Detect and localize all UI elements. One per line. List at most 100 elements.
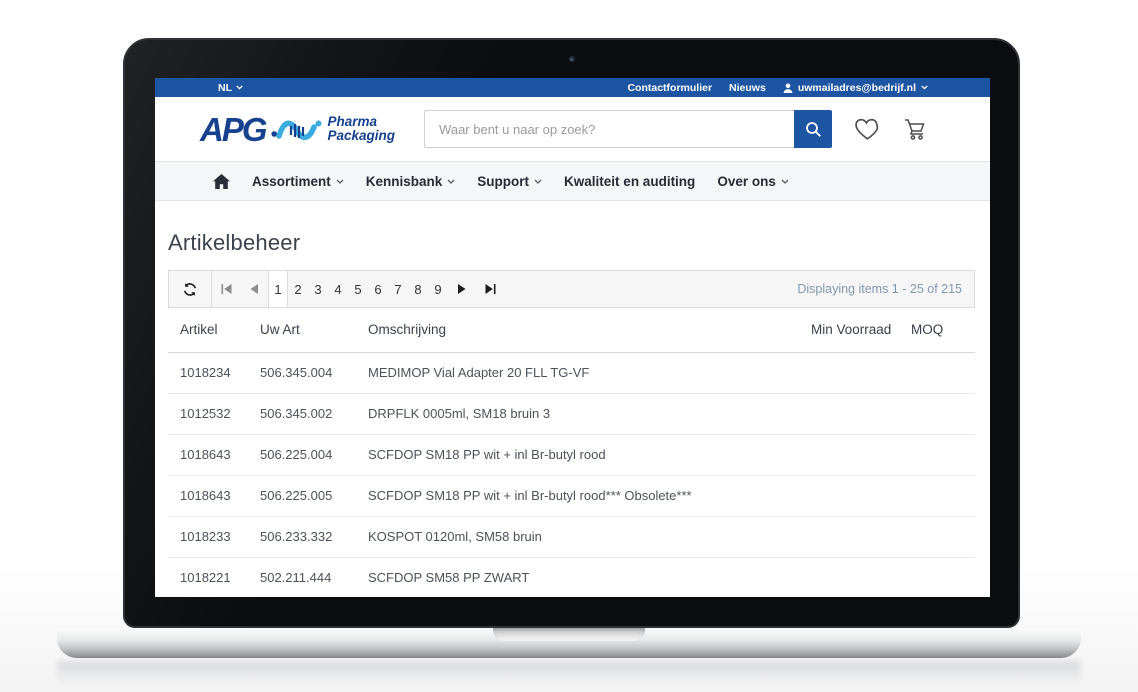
cell-artikel: 1012532 [168, 393, 260, 434]
page-number-list: 1 2 3 4 5 6 7 [268, 271, 448, 307]
laptop-bezel: NL Contactformulier Nieuws uwmailadres@b… [123, 38, 1020, 628]
column-header-artikel[interactable]: Artikel [168, 308, 260, 352]
news-link[interactable]: Nieuws [729, 82, 766, 94]
page-number-button[interactable]: 3 [308, 271, 328, 307]
table-row[interactable]: 1018643 506.225.004 SCFDOP SM18 PP wit +… [168, 434, 975, 475]
brand-name: APG [200, 113, 266, 146]
cell-omschrijving: SCFDOP SM18 PP wit + inl Br-butyl rood [368, 434, 811, 475]
search-bar [424, 110, 832, 148]
cell-min-voorraad [811, 434, 911, 475]
brand-logo[interactable]: APG Pharma Packaging [200, 112, 395, 146]
search-input[interactable] [424, 110, 794, 148]
contact-link[interactable]: Contactformulier [627, 82, 712, 94]
tagline-line1: Pharma [328, 115, 396, 129]
cell-omschrijving: DRPFLK 0005ml, SM18 bruin 3 [368, 393, 811, 434]
cell-min-voorraad [811, 475, 911, 516]
cell-uw-art: 506.345.004 [260, 352, 368, 393]
last-page-button[interactable] [476, 271, 504, 307]
column-header-min-voorraad[interactable]: Min Voorraad [811, 308, 911, 352]
column-header-moq[interactable]: MOQ [911, 308, 975, 352]
prev-page-button[interactable] [240, 271, 268, 307]
cell-omschrijving: SCFDOP SM18 PP wit + inl Br-butyl rood**… [368, 475, 811, 516]
brand-tagline: Pharma Packaging [328, 115, 396, 143]
cell-uw-art: 506.345.002 [260, 393, 368, 434]
prev-page-icon [250, 284, 258, 294]
next-page-button[interactable] [448, 271, 476, 307]
language-selector[interactable]: NL [218, 82, 243, 94]
cart-button[interactable] [903, 117, 929, 141]
cell-omschrijving: KOSPOT 0120ml, SM58 bruin [368, 516, 811, 557]
nav-items: Assortiment Kennisbank Support [252, 174, 789, 189]
nav-item[interactable]: Over ons [717, 174, 789, 189]
laptop-base [57, 628, 1081, 658]
cell-moq [911, 516, 975, 557]
home-icon [213, 174, 230, 189]
dna-logo-icon [271, 112, 325, 146]
chevron-down-icon [534, 179, 542, 184]
nav-item-label: Over ons [717, 174, 776, 189]
page-number-button[interactable]: 7 [388, 271, 408, 307]
table-row[interactable]: 1018221 502.211.444 SCFDOP SM58 PP ZWART [168, 557, 975, 597]
search-icon [805, 121, 822, 138]
cell-artikel: 1018234 [168, 352, 260, 393]
page-number-button[interactable]: 8 [408, 271, 428, 307]
nav-item[interactable]: Kwaliteit en auditing [564, 174, 695, 189]
cell-min-voorraad [811, 557, 911, 597]
last-page-icon [485, 284, 496, 294]
table-row[interactable]: 1012532 506.345.002 DRPFLK 0005ml, SM18 … [168, 393, 975, 434]
cell-moq [911, 475, 975, 516]
refresh-button[interactable] [169, 271, 212, 307]
nav-item[interactable]: Support [477, 174, 542, 189]
cell-moq [911, 352, 975, 393]
table-header: Artikel Uw Art Omschrijving Min Voorraad… [168, 308, 975, 352]
account-menu[interactable]: uwmailadres@bedrijf.nl [783, 82, 928, 94]
chevron-down-icon [921, 85, 928, 90]
page-content: Artikelbeheer [155, 230, 990, 597]
chevron-down-icon [336, 179, 344, 184]
cell-omschrijving: MEDIMOP Vial Adapter 20 FLL TG-VF [368, 352, 811, 393]
page-title: Artikelbeheer [168, 230, 975, 256]
nav-home-button[interactable] [213, 174, 230, 189]
cell-artikel: 1018221 [168, 557, 260, 597]
browser-viewport: NL Contactformulier Nieuws uwmailadres@b… [155, 78, 990, 597]
page-number-button[interactable]: 6 [368, 271, 388, 307]
table-row[interactable]: 1018233 506.233.332 KOSPOT 0120ml, SM58 … [168, 516, 975, 557]
table-body: 1018234 506.345.004 MEDIMOP Vial Adapter… [168, 352, 975, 597]
search-button[interactable] [794, 110, 832, 148]
first-page-icon [221, 284, 232, 294]
nav-item-label: Assortiment [252, 174, 331, 189]
heart-icon [854, 118, 881, 141]
column-header-omschrijving[interactable]: Omschrijving [368, 308, 811, 352]
webcam-dot [568, 55, 576, 63]
cell-artikel: 1018233 [168, 516, 260, 557]
page-number-button[interactable]: 2 [288, 271, 308, 307]
pagination-status: Displaying items 1 - 25 of 215 [797, 282, 974, 296]
topbar-links: Contactformulier Nieuws uwmailadres@bedr… [627, 82, 928, 94]
table-row[interactable]: 1018643 506.225.005 SCFDOP SM18 PP wit +… [168, 475, 975, 516]
refresh-icon [182, 282, 198, 297]
page-number-button[interactable]: 9 [428, 271, 448, 307]
table-row[interactable]: 1018234 506.345.004 MEDIMOP Vial Adapter… [168, 352, 975, 393]
chevron-down-icon [447, 179, 455, 184]
cell-artikel: 1018643 [168, 475, 260, 516]
chevron-down-icon [781, 179, 789, 184]
page-number-button[interactable]: 5 [348, 271, 368, 307]
chevron-down-icon [236, 85, 243, 90]
laptop-base-notch [493, 628, 645, 641]
cell-uw-art: 502.211.444 [260, 557, 368, 597]
cell-min-voorraad [811, 516, 911, 557]
cell-artikel: 1018643 [168, 434, 260, 475]
page-number-button[interactable]: 1 [268, 271, 288, 307]
wishlist-button[interactable] [854, 118, 881, 141]
cell-moq [911, 393, 975, 434]
articles-table: Artikel Uw Art Omschrijving Min Voorraad… [168, 308, 975, 597]
account-email: uwmailadres@bedrijf.nl [798, 82, 916, 94]
cell-min-voorraad [811, 393, 911, 434]
column-header-uw-art[interactable]: Uw Art [260, 308, 368, 352]
nav-item-label: Support [477, 174, 529, 189]
nav-item[interactable]: Kennisbank [366, 174, 456, 189]
user-icon [783, 83, 793, 93]
first-page-button[interactable] [212, 271, 240, 307]
page-number-button[interactable]: 4 [328, 271, 348, 307]
nav-item[interactable]: Assortiment [252, 174, 344, 189]
